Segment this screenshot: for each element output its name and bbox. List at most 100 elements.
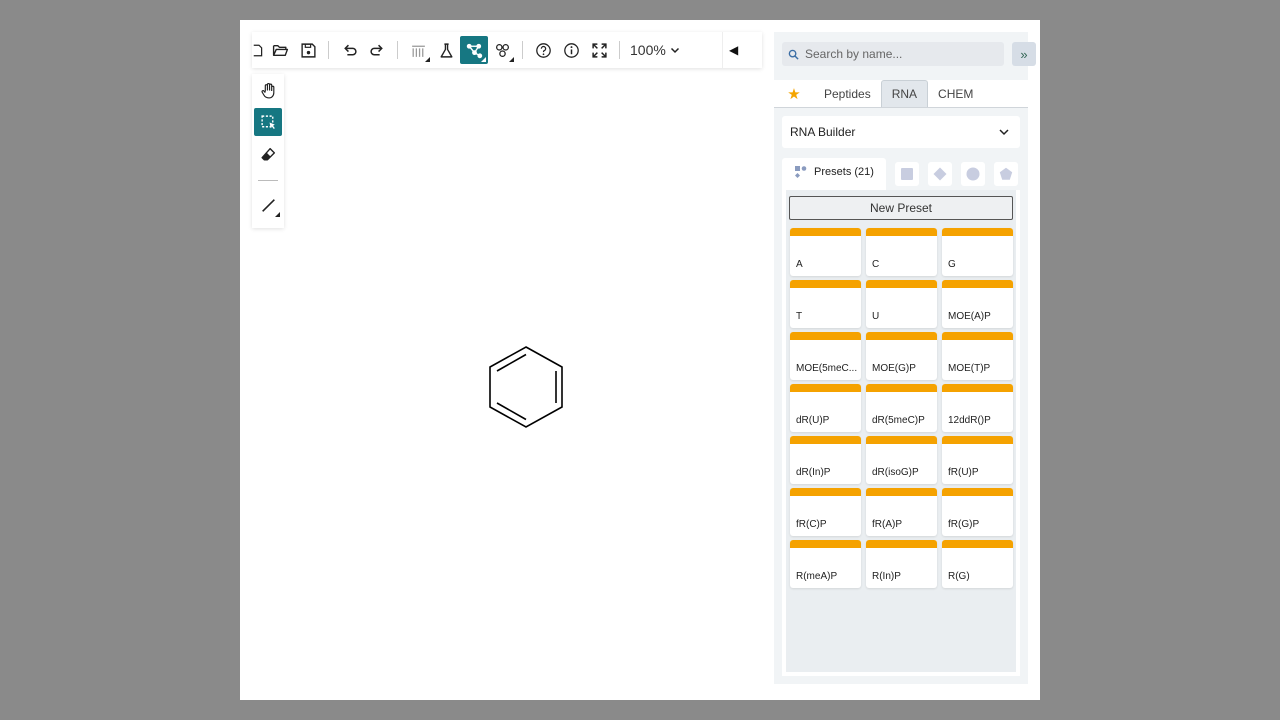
preset-card-label: fR(C)P (796, 519, 827, 530)
tab-bases[interactable] (928, 162, 952, 186)
toolbar-separator (328, 41, 329, 59)
benzene-structure[interactable] (284, 74, 764, 694)
hand-icon (261, 82, 274, 99)
preset-card-bar (942, 436, 1013, 444)
preset-card[interactable]: dR(In)P (790, 436, 861, 484)
presets-panel: New Preset A C G T U MOE(A)P MOE(5meC... MOE(G)… (782, 190, 1020, 676)
preset-card[interactable]: R(In)P (866, 540, 937, 588)
preset-card-bar (790, 540, 861, 548)
help-button[interactable] (529, 36, 557, 64)
dropdown-corner (275, 212, 280, 217)
search-box[interactable] (782, 42, 1004, 66)
preset-card[interactable]: A (790, 228, 861, 276)
circle-icon (966, 167, 980, 181)
open-button[interactable] (266, 36, 294, 64)
preset-card-label: U (872, 311, 880, 322)
flask-button[interactable] (432, 36, 460, 64)
preset-card-bar (790, 228, 861, 236)
preset-card[interactable]: fR(A)P (866, 488, 937, 536)
preset-card-bar (790, 280, 861, 288)
redo-button[interactable] (363, 36, 391, 64)
presets-icon (795, 166, 807, 178)
new-file-button[interactable] (252, 36, 266, 64)
preset-card-label: dR(isoG)P (872, 467, 919, 478)
preset-card[interactable]: fR(G)P (942, 488, 1013, 536)
flex-layout-button[interactable] (460, 36, 488, 64)
preset-card[interactable]: U (866, 280, 937, 328)
preset-card-label: G (948, 259, 956, 270)
toolbar-separator (397, 41, 398, 59)
toolbar-separator (619, 41, 620, 59)
preset-card[interactable]: MOE(T)P (942, 332, 1013, 380)
preset-card[interactable]: T (790, 280, 861, 328)
preset-card[interactable]: dR(5meC)P (866, 384, 937, 432)
help-icon (535, 42, 551, 58)
dropdown-corner (481, 57, 486, 62)
tab-label: Peptides (824, 86, 871, 101)
fullscreen-button[interactable] (585, 36, 613, 64)
toolbar-separator (258, 180, 278, 181)
tab-nucleotides[interactable] (994, 162, 1018, 186)
redo-icon (369, 44, 383, 55)
info-button[interactable] (557, 36, 585, 64)
chain-icon (495, 43, 509, 57)
preset-card[interactable]: fR(C)P (790, 488, 861, 536)
save-button[interactable] (294, 36, 322, 64)
preset-card-label: fR(U)P (948, 467, 979, 478)
tab-presets[interactable]: Presets (21) (782, 158, 886, 190)
tab-rna[interactable]: RNA (880, 80, 929, 107)
tab-favorites[interactable]: ★ (774, 80, 814, 107)
tab-sugars[interactable] (895, 162, 919, 186)
bond-tool-button[interactable] (254, 191, 282, 219)
snake-layout-button[interactable] (488, 36, 516, 64)
star-icon: ★ (787, 85, 801, 103)
tab-peptides[interactable]: Peptides (814, 80, 881, 107)
preset-card[interactable]: G (942, 228, 1013, 276)
tab-label: RNA (891, 87, 918, 101)
preset-card[interactable]: fR(U)P (942, 436, 1013, 484)
preset-card[interactable]: dR(isoG)P (866, 436, 937, 484)
dropdown-corner (509, 57, 514, 62)
tab-phosphates[interactable] (961, 162, 985, 186)
dropdown-corner (425, 57, 430, 62)
undo-button[interactable] (335, 36, 363, 64)
preset-card[interactable]: 12ddR()P (942, 384, 1013, 432)
search-input[interactable] (805, 47, 995, 61)
preset-card-label: MOE(G)P (872, 363, 916, 374)
preset-card[interactable]: dR(U)P (790, 384, 861, 432)
preset-card[interactable]: R(meA)P (790, 540, 861, 588)
sequence-layout-button[interactable] (404, 36, 432, 64)
undo-icon (343, 44, 357, 55)
hand-tool-button[interactable] (254, 76, 282, 104)
rna-sub-tabs: Presets (21) (782, 158, 1020, 190)
preset-card-label: fR(A)P (872, 519, 902, 530)
zoom-dropdown[interactable]: 100% (626, 42, 686, 58)
preset-card-label: R(G) (948, 571, 970, 582)
preset-card-label: dR(U)P (796, 415, 830, 426)
rectangle-select-icon (260, 114, 275, 129)
preset-card-label: A (796, 259, 803, 270)
collapse-toolbar-button[interactable]: ◀ (722, 32, 762, 68)
drawing-canvas[interactable] (284, 74, 764, 694)
top-toolbar: 100% ◀ (252, 32, 762, 68)
preset-card-bar (790, 436, 861, 444)
select-tool-button[interactable] (254, 108, 282, 136)
preset-card[interactable]: MOE(A)P (942, 280, 1013, 328)
preset-card-bar (942, 228, 1013, 236)
rna-builder-toggle[interactable]: RNA Builder (782, 116, 1020, 148)
preset-card[interactable]: MOE(5meC... (790, 332, 861, 380)
preset-card[interactable]: MOE(G)P (866, 332, 937, 380)
preset-card-bar (866, 228, 937, 236)
search-icon (788, 49, 799, 60)
chevron-down-icon (670, 47, 679, 54)
tab-chem[interactable]: CHEM (928, 80, 983, 107)
new-preset-button[interactable]: New Preset (789, 196, 1013, 220)
chevron-down-icon (999, 129, 1009, 136)
rna-builder-label: RNA Builder (790, 125, 856, 139)
preset-card[interactable]: C (866, 228, 937, 276)
preset-card[interactable]: R(G) (942, 540, 1013, 588)
preset-grid: A C G T U MOE(A)P MOE(5meC... MOE(G)P MOE(T)P dR(… (790, 228, 1014, 588)
eraser-tool-button[interactable] (254, 140, 282, 168)
expand-library-button[interactable]: » (1012, 42, 1036, 66)
preset-card-label: R(meA)P (796, 571, 838, 582)
